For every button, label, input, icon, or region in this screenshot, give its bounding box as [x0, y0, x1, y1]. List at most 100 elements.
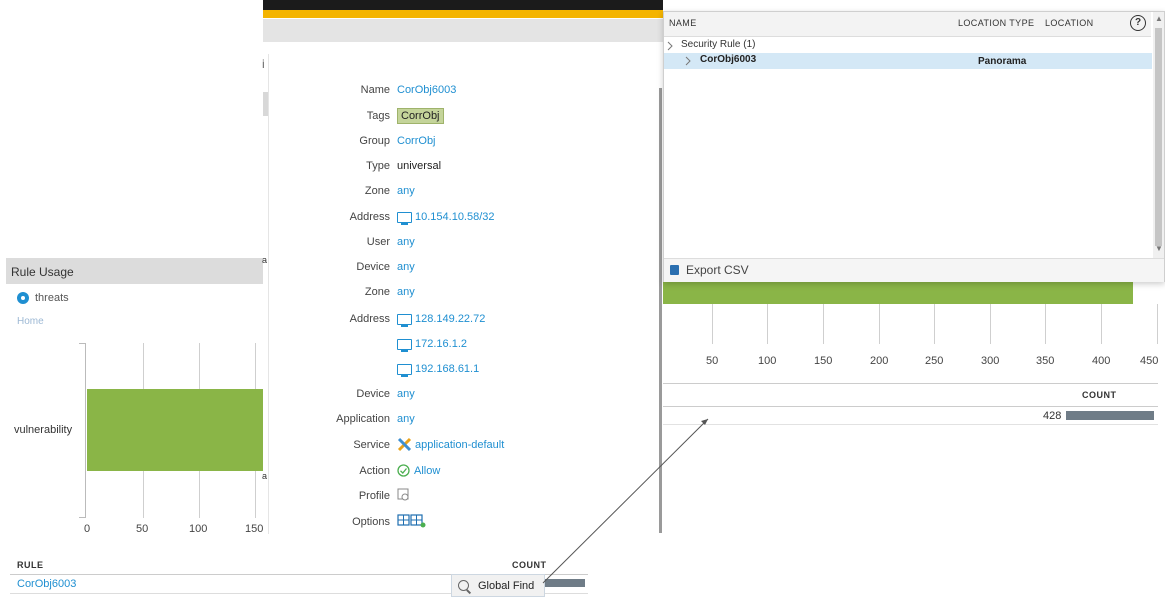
chevron-right-icon[interactable] — [684, 56, 692, 66]
x-tick-label: 350 — [1036, 355, 1055, 367]
rule-usage-title: Rule Usage — [11, 265, 74, 279]
app-toolbar — [263, 19, 663, 42]
x-tick-label: 150 — [245, 523, 264, 535]
background-fragment: a — [262, 471, 268, 481]
source-zone-link[interactable]: any — [397, 185, 415, 197]
grid-line — [990, 304, 991, 344]
scrollbar-thumb[interactable] — [1155, 28, 1162, 246]
table-divider — [663, 383, 1158, 384]
field-label-options: Options — [352, 516, 390, 528]
field-label-group: Group — [359, 135, 390, 147]
results-group-security-rule[interactable]: Security Rule (1) — [681, 39, 755, 50]
result-location: Panorama — [978, 56, 1027, 67]
grid-line — [767, 304, 768, 344]
scroll-up-icon[interactable]: ▲ — [1155, 14, 1163, 23]
field-label-source-zone: Zone — [364, 185, 390, 197]
profile-icon[interactable] — [397, 488, 411, 502]
field-label-action: Action — [359, 465, 390, 477]
group-link[interactable]: CorrObj — [397, 135, 436, 147]
background-cut-text: i — [262, 57, 265, 71]
x-tick-label: 200 — [870, 355, 889, 367]
table-row-rule-link[interactable]: CorObj6003 — [17, 578, 76, 590]
source-address-link[interactable]: 10.154.10.58/32 — [415, 211, 495, 223]
x-tick-label: 250 — [925, 355, 944, 367]
grid-line — [712, 304, 713, 344]
x-tick-label: 100 — [189, 523, 208, 535]
column-header-rule[interactable]: RULE — [17, 560, 44, 570]
breadcrumb-home[interactable]: Home — [17, 316, 44, 327]
destination-device-link[interactable]: any — [397, 388, 415, 400]
x-tick-label: 50 — [136, 523, 149, 535]
destination-address-link[interactable]: 128.149.22.72 — [415, 313, 485, 325]
count-bar — [1066, 411, 1154, 420]
address-object-icon — [397, 212, 412, 225]
destination-address-link[interactable]: 172.16.1.2 — [415, 338, 467, 350]
x-tick-label: 50 — [706, 355, 719, 367]
address-object-icon — [397, 339, 412, 352]
x-tick-label: 300 — [981, 355, 1000, 367]
service-link[interactable]: application-default — [415, 439, 504, 451]
global-find-results-panel — [663, 11, 1165, 282]
field-label-type: Type — [366, 160, 390, 172]
column-header-location-type[interactable]: LOCATION TYPE — [958, 18, 1034, 28]
table-divider — [663, 406, 1158, 407]
x-tick-label: 150 — [814, 355, 833, 367]
y-axis-tick — [79, 343, 86, 344]
grid-line — [823, 304, 824, 344]
field-label-service: Service — [353, 439, 390, 451]
destination-zone-link[interactable]: any — [397, 286, 415, 298]
export-csv-button[interactable]: Export CSV — [686, 263, 749, 277]
count-bar — [544, 579, 585, 587]
x-tick-label: 0 — [84, 523, 91, 535]
destination-address-link[interactable]: 192.168.61.1 — [415, 363, 479, 375]
service-tools-icon — [397, 437, 412, 452]
y-axis — [85, 343, 86, 518]
grid-line — [934, 304, 935, 344]
column-header-count[interactable]: COUNT — [512, 560, 547, 570]
field-label-application: Application — [336, 413, 390, 425]
x-tick-label: 100 — [758, 355, 777, 367]
type-value: universal — [397, 160, 442, 172]
table-divider — [663, 424, 1158, 425]
global-find-label[interactable]: Global Find — [478, 580, 534, 592]
rule-name-link[interactable]: CorObj6003 — [397, 84, 456, 96]
source-device-link[interactable]: any — [397, 261, 415, 273]
result-name[interactable]: CorObj6003 — [700, 54, 756, 65]
application-link[interactable]: any — [397, 413, 415, 425]
address-object-icon — [397, 314, 412, 327]
count-value: 428 — [1043, 410, 1062, 422]
field-label-tags: Tags — [366, 110, 390, 122]
app-header-bar — [263, 0, 663, 10]
threats-radio-label: threats — [35, 292, 69, 304]
address-object-icon — [397, 364, 412, 377]
user-link[interactable]: any — [397, 236, 415, 248]
field-label-destination-zone: Zone — [364, 286, 390, 298]
column-header-location[interactable]: LOCATION — [1045, 18, 1094, 28]
column-header-name[interactable]: NAME — [669, 18, 697, 28]
app-header-accent — [263, 10, 663, 18]
bar-vulnerability[interactable] — [87, 389, 263, 471]
field-label-destination-address: Address — [349, 313, 390, 325]
field-label-name: Name — [360, 84, 390, 96]
x-tick-label: 400 — [1092, 355, 1111, 367]
tag-badge[interactable]: CorrObj — [397, 108, 444, 124]
column-header-count[interactable]: COUNT — [1082, 390, 1117, 400]
radio-dot-icon — [21, 296, 25, 300]
allow-check-icon — [397, 464, 410, 477]
background-fragment: a — [262, 255, 268, 265]
y-axis-tick — [79, 517, 86, 518]
category-label: vulnerability — [14, 424, 73, 436]
export-csv-icon[interactable] — [670, 265, 679, 275]
scroll-down-icon[interactable]: ▼ — [1155, 244, 1163, 253]
grid-line — [1045, 304, 1046, 344]
field-label-source-device: Device — [356, 261, 390, 273]
action-value[interactable]: Allow — [414, 465, 440, 477]
grid-line — [1101, 304, 1102, 344]
grid-line — [879, 304, 880, 344]
options-icon[interactable] — [397, 513, 429, 528]
x-tick-label: 450 — [1140, 355, 1159, 367]
field-label-profile: Profile — [358, 490, 390, 502]
field-label-destination-device: Device — [356, 388, 390, 400]
help-icon[interactable]: ? — [1130, 15, 1146, 31]
chevron-right-icon[interactable] — [666, 41, 674, 51]
